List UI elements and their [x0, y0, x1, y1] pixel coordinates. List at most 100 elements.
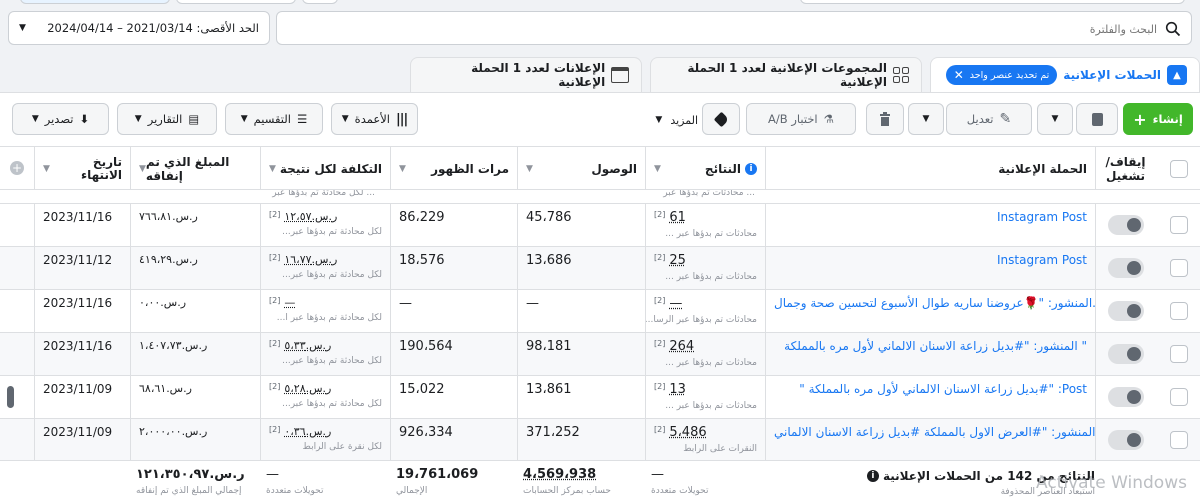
top-tab-remnant[interactable]	[176, 0, 296, 4]
date-range-picker[interactable]: ▼ الحد الأقصى: 2021/03/14 – 2024/04/14	[8, 11, 270, 45]
campaign-cell: المنشور: "#بديل زراعة الاسنان الالماني ل…	[765, 333, 1095, 376]
row-checkbox[interactable]	[1170, 345, 1188, 363]
duplicate-dropdown[interactable]: ▼	[1037, 103, 1073, 135]
col-toggle[interactable]: إيقاف/ تشغيل	[1095, 147, 1155, 191]
campaign-toggle[interactable]	[1108, 344, 1144, 364]
campaign-name-link[interactable]: Instagram Post	[997, 210, 1087, 224]
table-row[interactable]: المنشور: "#العرض الاول بالمملكة #بديل زر…	[0, 419, 1200, 462]
ab-test-button[interactable]: اختبار A/B ⚗	[746, 103, 856, 135]
more-dropdown[interactable]: ▼ المزيد	[628, 110, 698, 130]
cost-value[interactable]: ر.س.٥،٣٣	[284, 339, 331, 352]
campaign-toggle[interactable]	[1108, 301, 1144, 321]
cost-value[interactable]: —	[284, 296, 295, 309]
toggle-cell	[1095, 204, 1155, 247]
table-row[interactable]: Instagram Post [2] 25 محادثات تم بدؤها عبر …	[0, 247, 1200, 290]
breakdown-button[interactable]: ▼ التقسيم ☰	[225, 103, 323, 135]
tab-campaigns-label: الحملات الإعلانية	[1063, 68, 1161, 82]
campaign-toggle[interactable]	[1108, 215, 1144, 235]
results-sub: محادثات تم بدؤها عبر الرسا...	[645, 315, 757, 325]
col-campaign[interactable]: الحملة الإعلانية	[765, 147, 1095, 191]
date-range-label: الحد الأقصى: 2021/03/14 – 2024/04/14	[47, 21, 259, 35]
footer-cost-value: —	[266, 467, 279, 482]
close-icon[interactable]: ✕	[954, 68, 964, 82]
footer-impressions-sub: الإجمالي	[396, 486, 428, 496]
columns-button[interactable]: ▼ الأعمدة |||	[331, 103, 418, 135]
table-row[interactable]: المنشور: "#بديل زراعة الاسنان الالماني ل…	[0, 333, 1200, 376]
col-results[interactable]: ▼ النتائج i	[645, 147, 765, 191]
results-value[interactable]: 25	[669, 253, 686, 268]
cost-value[interactable]: ر.س.١٢،٥٧	[284, 210, 337, 223]
spent-value: ر.س.٦٨،٦١	[139, 382, 192, 395]
tab-campaigns[interactable]: ▲ الحملات الإعلانية تم تحديد عنصر واحد ✕	[930, 57, 1200, 92]
info-icon[interactable]: i	[745, 163, 757, 175]
row-checkbox[interactable]	[1170, 431, 1188, 449]
campaign-name-link[interactable]: " بديل زراعة الاسنان الالماني لأول مره ب…	[799, 382, 1087, 396]
spent-value: ر.س.٢،٠٠٠،٠٠	[139, 425, 208, 438]
col-end-date[interactable]: ▼ تاريخ الانتهاء	[34, 147, 130, 191]
delete-button[interactable]	[866, 103, 904, 135]
tab-ads[interactable]: الإعلانات لعدد 1 الحملة الإعلانية	[410, 57, 642, 92]
reach-value: 45،786	[526, 210, 572, 225]
tag-button[interactable]	[702, 103, 740, 135]
info-icon[interactable]: i	[866, 470, 879, 482]
spent-cell: ر.س.١،٤٠٧،٧٣	[130, 333, 260, 376]
edit-dropdown[interactable]: ▼	[908, 103, 944, 135]
impressions-value: 18،576	[399, 253, 445, 268]
reach-value: 13،686	[526, 253, 572, 268]
footer-impressions: 19،761،069 الإجمالي	[396, 467, 516, 496]
create-button[interactable]: + إنشاء	[1123, 103, 1193, 135]
reports-button[interactable]: ▼ التقارير ▤	[117, 103, 217, 135]
cost-value[interactable]: ر.س.١٦،٧٧	[284, 253, 337, 266]
table-row[interactable]: " بديل زراعة الاسنان الالماني لأول مره ب…	[0, 376, 1200, 419]
results-value[interactable]: 13	[669, 382, 686, 397]
col-toggle-label: إيقاف/ تشغيل	[1105, 155, 1146, 183]
results-cell: [2] — محادثات تم بدؤها عبر الرسا...	[645, 290, 765, 333]
campaign-toggle[interactable]	[1108, 430, 1144, 450]
table-row[interactable]: Instagram Post [2] 61 محادثات تم بدؤها عبر …	[0, 204, 1200, 247]
add-column-icon[interactable]: +	[10, 161, 24, 175]
table-row[interactable]: المنشور: "🌹عروضنا ساريه طوال الأسبوع لتح…	[0, 290, 1200, 333]
search-bar[interactable]	[276, 11, 1192, 45]
tag-icon	[713, 111, 729, 127]
col-cost-per-result[interactable]: ▼ التكلفة لكل نتيجة	[260, 147, 390, 191]
selection-badge[interactable]: تم تحديد عنصر واحد ✕	[945, 65, 1058, 85]
campaign-name-link[interactable]: المنشور: "🌹عروضنا ساريه طوال الأسبوع لتح…	[774, 296, 1095, 310]
cost-sub: لكل محادثة تم بدؤها عبر...	[282, 227, 382, 237]
footer-cost: — تحويلات متعددة	[266, 467, 386, 496]
horizontal-scroll-handle[interactable]	[7, 386, 14, 408]
row-checkbox[interactable]	[1170, 216, 1188, 234]
results-value[interactable]: —	[669, 296, 682, 311]
end-date-value: 2023/11/16	[43, 210, 113, 224]
top-tab-remnant[interactable]	[20, 0, 170, 4]
results-value[interactable]: 5،486	[669, 425, 706, 440]
row-checkbox[interactable]	[1170, 388, 1188, 406]
cost-value[interactable]: ر.س.٥،٢٨	[284, 382, 331, 395]
campaign-toggle[interactable]	[1108, 258, 1144, 278]
edit-button[interactable]: تعديل ✎	[946, 103, 1032, 135]
tab-ad-sets[interactable]: المجموعات الإعلانية لعدد 1 الحملة الإعلا…	[650, 57, 922, 92]
campaign-toggle[interactable]	[1108, 387, 1144, 407]
export-button[interactable]: ▼ تصدير ⬇	[12, 103, 109, 135]
campaign-name-link[interactable]: Instagram Post	[997, 253, 1087, 267]
reach-value: 13،861	[526, 382, 572, 397]
campaign-name-link[interactable]: المنشور: "#بديل زراعة الاسنان الالماني ل…	[784, 339, 1087, 353]
footer-results-value: —	[651, 467, 664, 482]
search-input[interactable]	[297, 18, 1157, 40]
row-checkbox[interactable]	[1170, 259, 1188, 277]
top-tab-remnant[interactable]	[302, 0, 338, 4]
top-search-remnant[interactable]	[800, 0, 1185, 4]
end-date-value: 2023/11/09	[43, 425, 113, 439]
results-value[interactable]: 61	[669, 210, 686, 225]
results-value[interactable]: 264	[669, 339, 694, 354]
campaign-name-link[interactable]: المنشور: "#العرض الاول بالمملكة #بديل زر…	[774, 425, 1095, 439]
col-impressions[interactable]: ▼ مرات الظهور	[390, 147, 517, 191]
row-checkbox[interactable]	[1170, 302, 1188, 320]
cost-cell: [2] — لكل محادثة تم بدؤها عبر ا...	[260, 290, 390, 333]
duplicate-button[interactable]	[1076, 103, 1118, 135]
col-reach[interactable]: ▼ الوصول	[517, 147, 645, 191]
comparison-icon: [2]	[269, 339, 281, 348]
cost-value[interactable]: ر.س.٠،٣٦	[284, 425, 331, 438]
impressions-cell: 190،564	[390, 333, 517, 376]
col-amount-spent[interactable]: ▼ المبلغ الذي تم إنفاقه	[130, 147, 260, 191]
select-all-checkbox[interactable]	[1170, 160, 1188, 178]
